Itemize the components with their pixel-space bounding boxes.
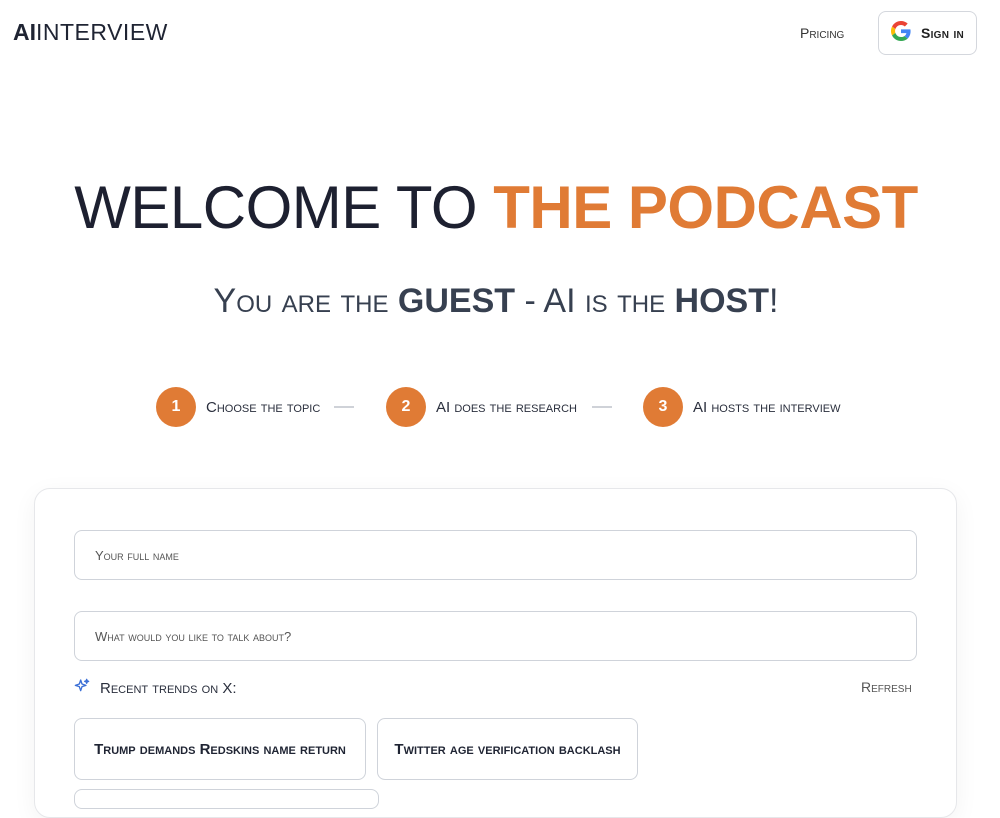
step-number: 3 <box>643 387 683 427</box>
logo[interactable]: AIINTERVIEW <box>13 19 168 46</box>
step-label: AI hosts the interview <box>693 398 841 416</box>
step-2: 2 AI does the research <box>386 387 577 427</box>
refresh-button[interactable]: Refresh <box>861 679 912 695</box>
step-number: 2 <box>386 387 426 427</box>
subtitle-part: You are the <box>213 282 398 320</box>
step-3: 3 AI hosts the interview <box>643 387 840 427</box>
topic-placeholder: What would you like to talk about? <box>95 628 292 644</box>
hero-title-plain: WELCOME TO <box>74 174 494 241</box>
full-name-placeholder: Your full name <box>95 547 179 563</box>
topic-input[interactable]: What would you like to talk about? <box>74 611 917 661</box>
trend-chip[interactable]: Twitter age verification backlash <box>377 718 638 780</box>
trend-chip[interactable] <box>74 789 379 809</box>
sign-in-button[interactable]: Sign in <box>878 11 977 55</box>
trend-chip[interactable]: Trump demands Redskins name return <box>74 718 366 780</box>
step-separator <box>592 406 612 408</box>
hero-title: WELCOME TO THE PODCAST <box>0 172 992 244</box>
logo-ai: AI <box>13 19 36 45</box>
hero-title-accent: THE PODCAST <box>493 174 918 241</box>
subtitle-host: HOST <box>674 282 769 320</box>
sparkles-icon <box>74 678 90 699</box>
subtitle-guest: GUEST <box>397 282 516 320</box>
trends-header: Recent trends on X: <box>74 678 237 699</box>
pricing-link[interactable]: Pricing <box>800 25 844 41</box>
full-name-input[interactable]: Your full name <box>74 530 917 580</box>
google-icon <box>890 20 911 46</box>
step-label: AI does the research <box>436 398 577 416</box>
trends-label: Recent trends on X: <box>100 680 237 697</box>
subtitle-part: ! <box>768 282 779 320</box>
step-label: Choose the topic <box>206 398 321 416</box>
hero-subtitle: You are the GUEST - AI is the HOST! <box>0 280 992 322</box>
sign-in-label: Sign in <box>920 25 965 41</box>
step-1: 1 Choose the topic <box>156 387 320 427</box>
logo-interview: INTERVIEW <box>36 19 168 45</box>
subtitle-part: - AI is the <box>515 282 675 320</box>
step-number: 1 <box>156 387 196 427</box>
step-separator <box>334 406 354 408</box>
